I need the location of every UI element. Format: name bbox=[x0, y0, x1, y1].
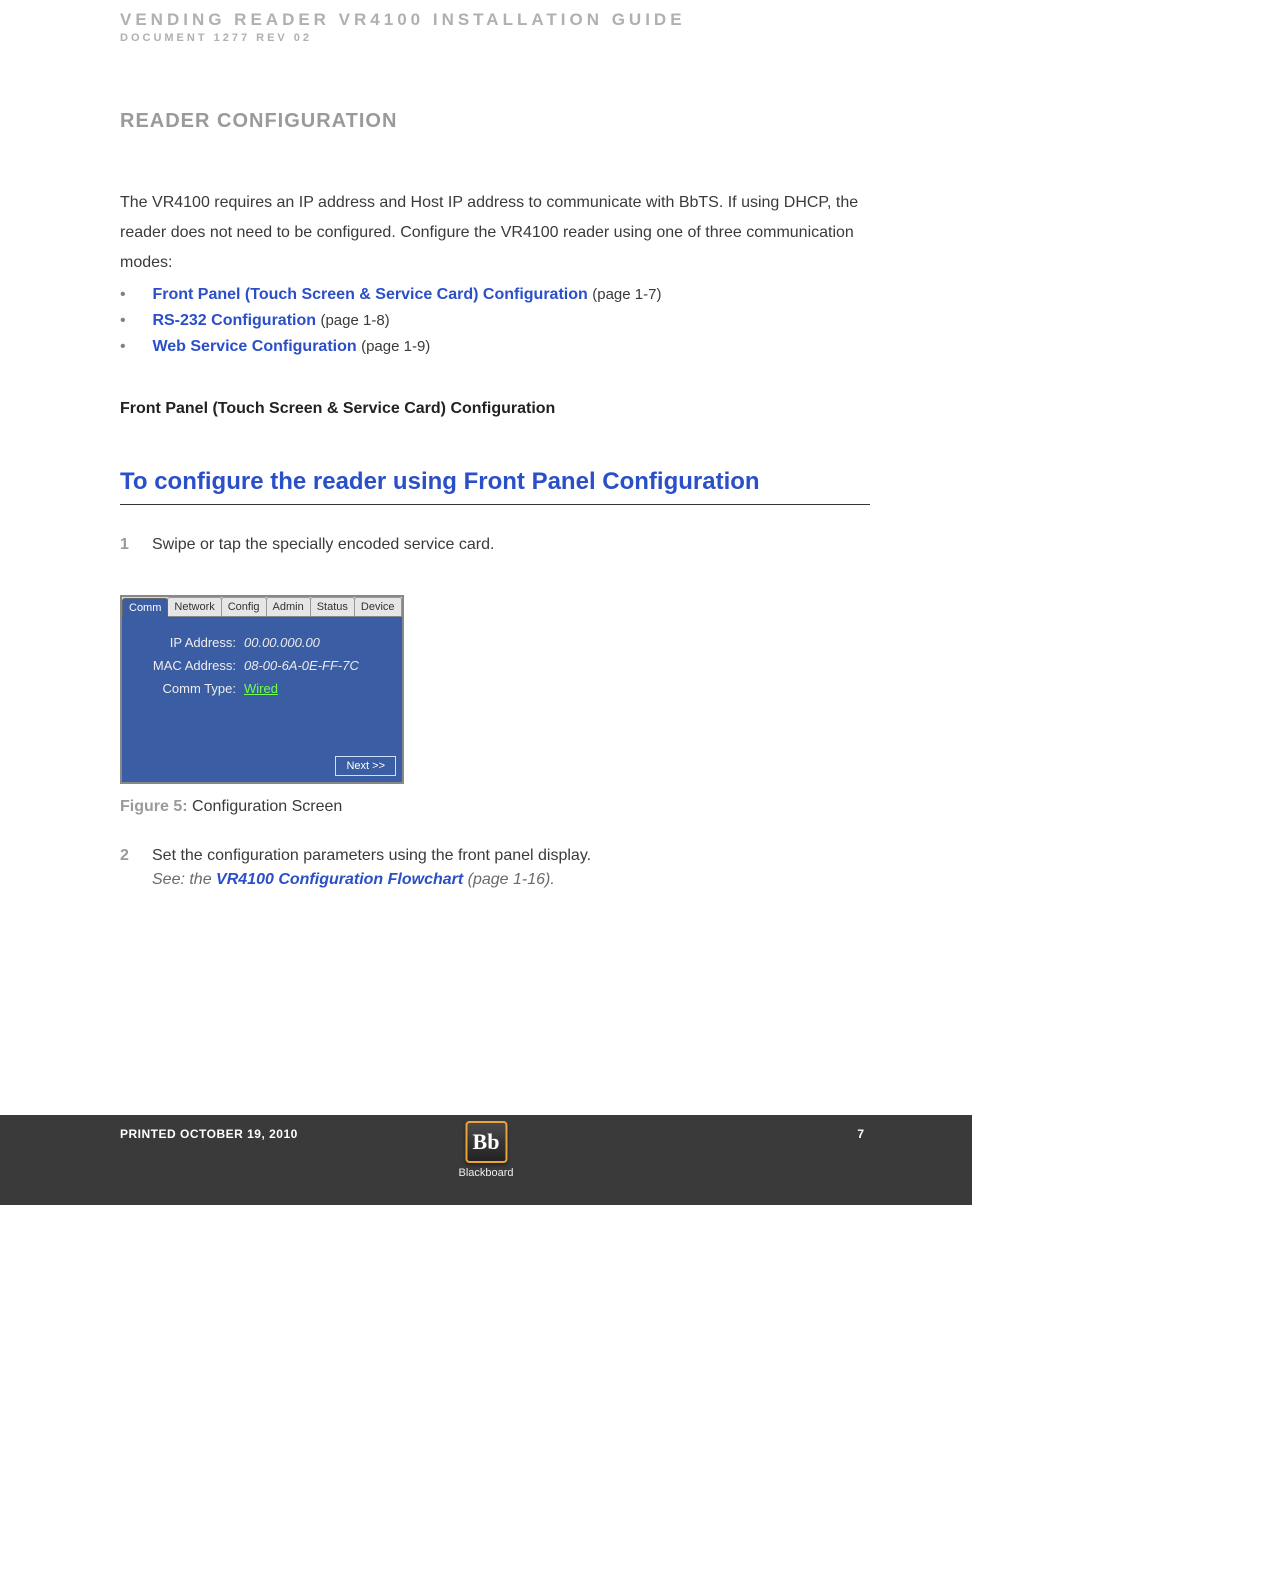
tab-config[interactable]: Config bbox=[221, 597, 267, 616]
section-title: READER CONFIGURATION bbox=[120, 110, 870, 133]
ip-value: 00.00.000.00 bbox=[244, 635, 320, 650]
page-ref: (page 1-9) bbox=[361, 338, 430, 355]
subsection-heading: Front Panel (Touch Screen & Service Card… bbox=[120, 400, 870, 418]
rs232-config-link[interactable]: RS-232 Configuration bbox=[152, 312, 316, 329]
comm-type-label: Comm Type: bbox=[140, 681, 236, 696]
tab-device[interactable]: Device bbox=[354, 597, 402, 616]
list-item: Front Panel (Touch Screen & Service Card… bbox=[120, 282, 870, 308]
tab-admin[interactable]: Admin bbox=[266, 597, 311, 616]
ip-label: IP Address: bbox=[140, 635, 236, 650]
printed-date: PRINTED OCTOBER 19, 2010 bbox=[120, 1127, 298, 1141]
see-prefix: See: the bbox=[152, 871, 216, 888]
see-suffix: (page 1-16). bbox=[463, 871, 555, 888]
intro-paragraph: The VR4100 requires an IP address and Ho… bbox=[120, 188, 870, 278]
tab-comm[interactable]: Comm bbox=[122, 598, 168, 617]
step-number: 1 bbox=[120, 533, 134, 557]
doc-header-subtitle: DOCUMENT 1277 REV 02 bbox=[120, 32, 312, 44]
tab-network[interactable]: Network bbox=[167, 597, 221, 616]
procedure-title: To configure the reader using Front Pane… bbox=[120, 468, 870, 505]
page-ref: (page 1-7) bbox=[592, 286, 661, 303]
step-2: 2 Set the configuration parameters using… bbox=[120, 844, 870, 892]
config-mode-list: Front Panel (Touch Screen & Service Card… bbox=[120, 282, 870, 360]
mac-value: 08-00-6A-0E-FF-7C bbox=[244, 658, 359, 673]
figure-caption: Figure 5: Configuration Screen bbox=[120, 798, 870, 816]
page-ref: (page 1-8) bbox=[320, 312, 389, 329]
device-panel: IP Address: 00.00.000.00 MAC Address: 08… bbox=[122, 617, 402, 782]
step-1: 1 Swipe or tap the specially encoded ser… bbox=[120, 533, 870, 557]
device-screenshot: Comm Network Config Admin Status Device … bbox=[120, 595, 404, 784]
next-button[interactable]: Next >> bbox=[335, 756, 396, 776]
doc-header-title: VENDING READER VR4100 INSTALLATION GUIDE bbox=[120, 10, 686, 30]
bb-logo-icon: Bb bbox=[465, 1121, 507, 1163]
step-text: Swipe or tap the specially encoded servi… bbox=[152, 533, 870, 557]
web-service-config-link[interactable]: Web Service Configuration bbox=[152, 338, 356, 355]
list-item: Web Service Configuration (page 1-9) bbox=[120, 334, 870, 360]
brand-logo: Bb Blackboard bbox=[458, 1121, 513, 1179]
figure-label: Figure 5: bbox=[120, 798, 192, 815]
front-panel-config-link[interactable]: Front Panel (Touch Screen & Service Card… bbox=[152, 286, 587, 303]
brand-name: Blackboard bbox=[458, 1167, 513, 1179]
step-text: Set the configuration parameters using t… bbox=[152, 844, 870, 892]
figure-text: Configuration Screen bbox=[192, 798, 342, 815]
comm-type-row: Comm Type: Wired bbox=[140, 681, 384, 696]
mac-label: MAC Address: bbox=[140, 658, 236, 673]
flowchart-link[interactable]: VR4100 Configuration Flowchart bbox=[216, 871, 463, 888]
tab-status[interactable]: Status bbox=[310, 597, 355, 616]
comm-type-value[interactable]: Wired bbox=[244, 681, 278, 696]
list-item: RS-232 Configuration (page 1-8) bbox=[120, 308, 870, 334]
ip-row: IP Address: 00.00.000.00 bbox=[140, 635, 384, 650]
step-2-main: Set the configuration parameters using t… bbox=[152, 847, 591, 864]
step-number: 2 bbox=[120, 844, 134, 892]
mac-row: MAC Address: 08-00-6A-0E-FF-7C bbox=[140, 658, 384, 673]
device-tabs: Comm Network Config Admin Status Device bbox=[122, 597, 402, 617]
page-footer: PRINTED OCTOBER 19, 2010 7 Bb Blackboard bbox=[0, 1115, 972, 1205]
page-number: 7 bbox=[857, 1127, 864, 1141]
